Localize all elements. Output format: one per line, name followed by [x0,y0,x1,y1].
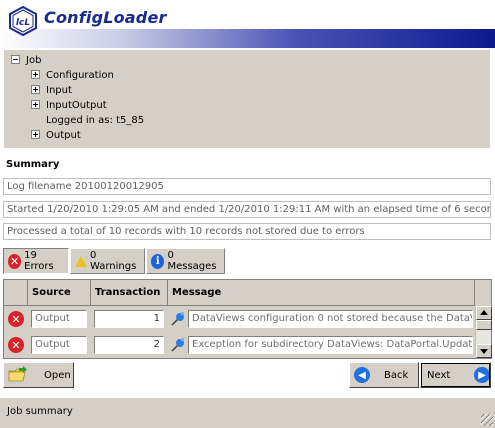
row-header-column [4,280,28,306]
svg-text:lcL: lcL [16,18,30,28]
app-header: lcL ConfigLoader [0,0,495,48]
collapse-icon[interactable] [11,54,20,64]
next-button-label: Next [427,369,451,381]
grid-vertical-scrollbar[interactable] [475,306,492,358]
scroll-up-button[interactable] [476,306,492,320]
resize-grip-icon[interactable] [481,414,493,426]
tree-node-label: Configuration [46,70,114,81]
header-gradient-band [0,29,495,48]
job-tree[interactable]: Job Configuration Input InputOutput Logg… [4,50,490,148]
pin-icon[interactable] [170,337,186,353]
tree-node-job[interactable]: Job [11,54,41,68]
app-title: ConfigLoader [44,8,167,27]
timing-field: Started 1/20/2010 1:29:05 AM and ended 1… [3,201,491,218]
status-text: Job summary [7,406,73,417]
error-row-icon: ✕ [8,337,24,353]
open-button[interactable]: Open [3,362,74,388]
tree-node-label: Logged in as: t5_85 [46,115,145,126]
logo-icon: lcL [9,6,37,36]
results-grid[interactable]: Source Transaction Message ✕ Output 1 Da… [3,279,492,359]
column-header-source[interactable]: Source [28,280,91,306]
info-icon: i [151,253,165,269]
next-button[interactable]: Next ▶ [420,362,491,388]
tree-node-label: Output [46,130,81,141]
back-button-label: Back [384,369,409,381]
arrow-up-icon [480,310,488,315]
summary-heading: Summary [6,159,60,170]
errors-filter-label: 19 Errors [24,250,54,272]
expand-icon[interactable] [31,99,40,109]
expand-icon[interactable] [31,84,40,94]
messages-filter-button[interactable]: i 0 Messages [146,248,225,274]
column-header-message[interactable]: Message [168,280,475,306]
tree-node-label: Input [46,85,72,96]
scroll-down-button[interactable] [476,344,492,358]
transaction-cell[interactable]: 2 [94,336,164,354]
log-filename-field: Log filename 20100120012905 [3,178,491,195]
tree-node-input[interactable]: Input [31,84,72,98]
open-button-label: Open [44,369,71,381]
messages-filter-label: 0 Messages [167,250,217,272]
message-cell[interactable]: DataViews configuration 0 not stored bec… [188,310,473,328]
source-cell[interactable]: Output [31,310,87,328]
error-row-icon: ✕ [8,311,24,327]
expand-icon[interactable] [31,129,40,139]
error-icon: ✕ [8,253,22,269]
arrow-right-icon: ▶ [474,367,490,383]
tree-node-label: InputOutput [46,100,107,111]
errors-filter-button[interactable]: ✕ 19 Errors [3,248,69,274]
warnings-filter-label: 0 Warnings [90,250,137,272]
arrow-left-icon: ◀ [354,367,370,383]
processed-field: Processed a total of 10 records with 10 … [3,223,491,240]
transaction-cell[interactable]: 1 [94,310,164,328]
status-bar: Job summary [0,398,495,428]
column-header-transaction[interactable]: Transaction [91,280,168,306]
tree-node-inputoutput[interactable]: InputOutput [31,99,107,113]
tree-node-configuration[interactable]: Configuration [31,69,114,83]
message-cell[interactable]: Exception for subdirectory DataViews: Da… [188,336,473,354]
scroll-thumb[interactable] [476,320,492,330]
folder-open-icon [8,366,27,382]
pin-icon[interactable] [170,311,186,327]
expand-icon[interactable] [31,69,40,79]
warning-icon [75,255,87,267]
tree-node-output[interactable]: Output [31,129,81,143]
back-button[interactable]: ◀ Back [349,362,419,388]
tree-node-label: Job [26,55,42,66]
source-cell[interactable]: Output [31,336,87,354]
tree-node-logged-in[interactable]: Logged in as: t5_85 [46,114,144,128]
warnings-filter-button[interactable]: 0 Warnings [70,248,145,274]
arrow-down-icon [480,349,488,354]
